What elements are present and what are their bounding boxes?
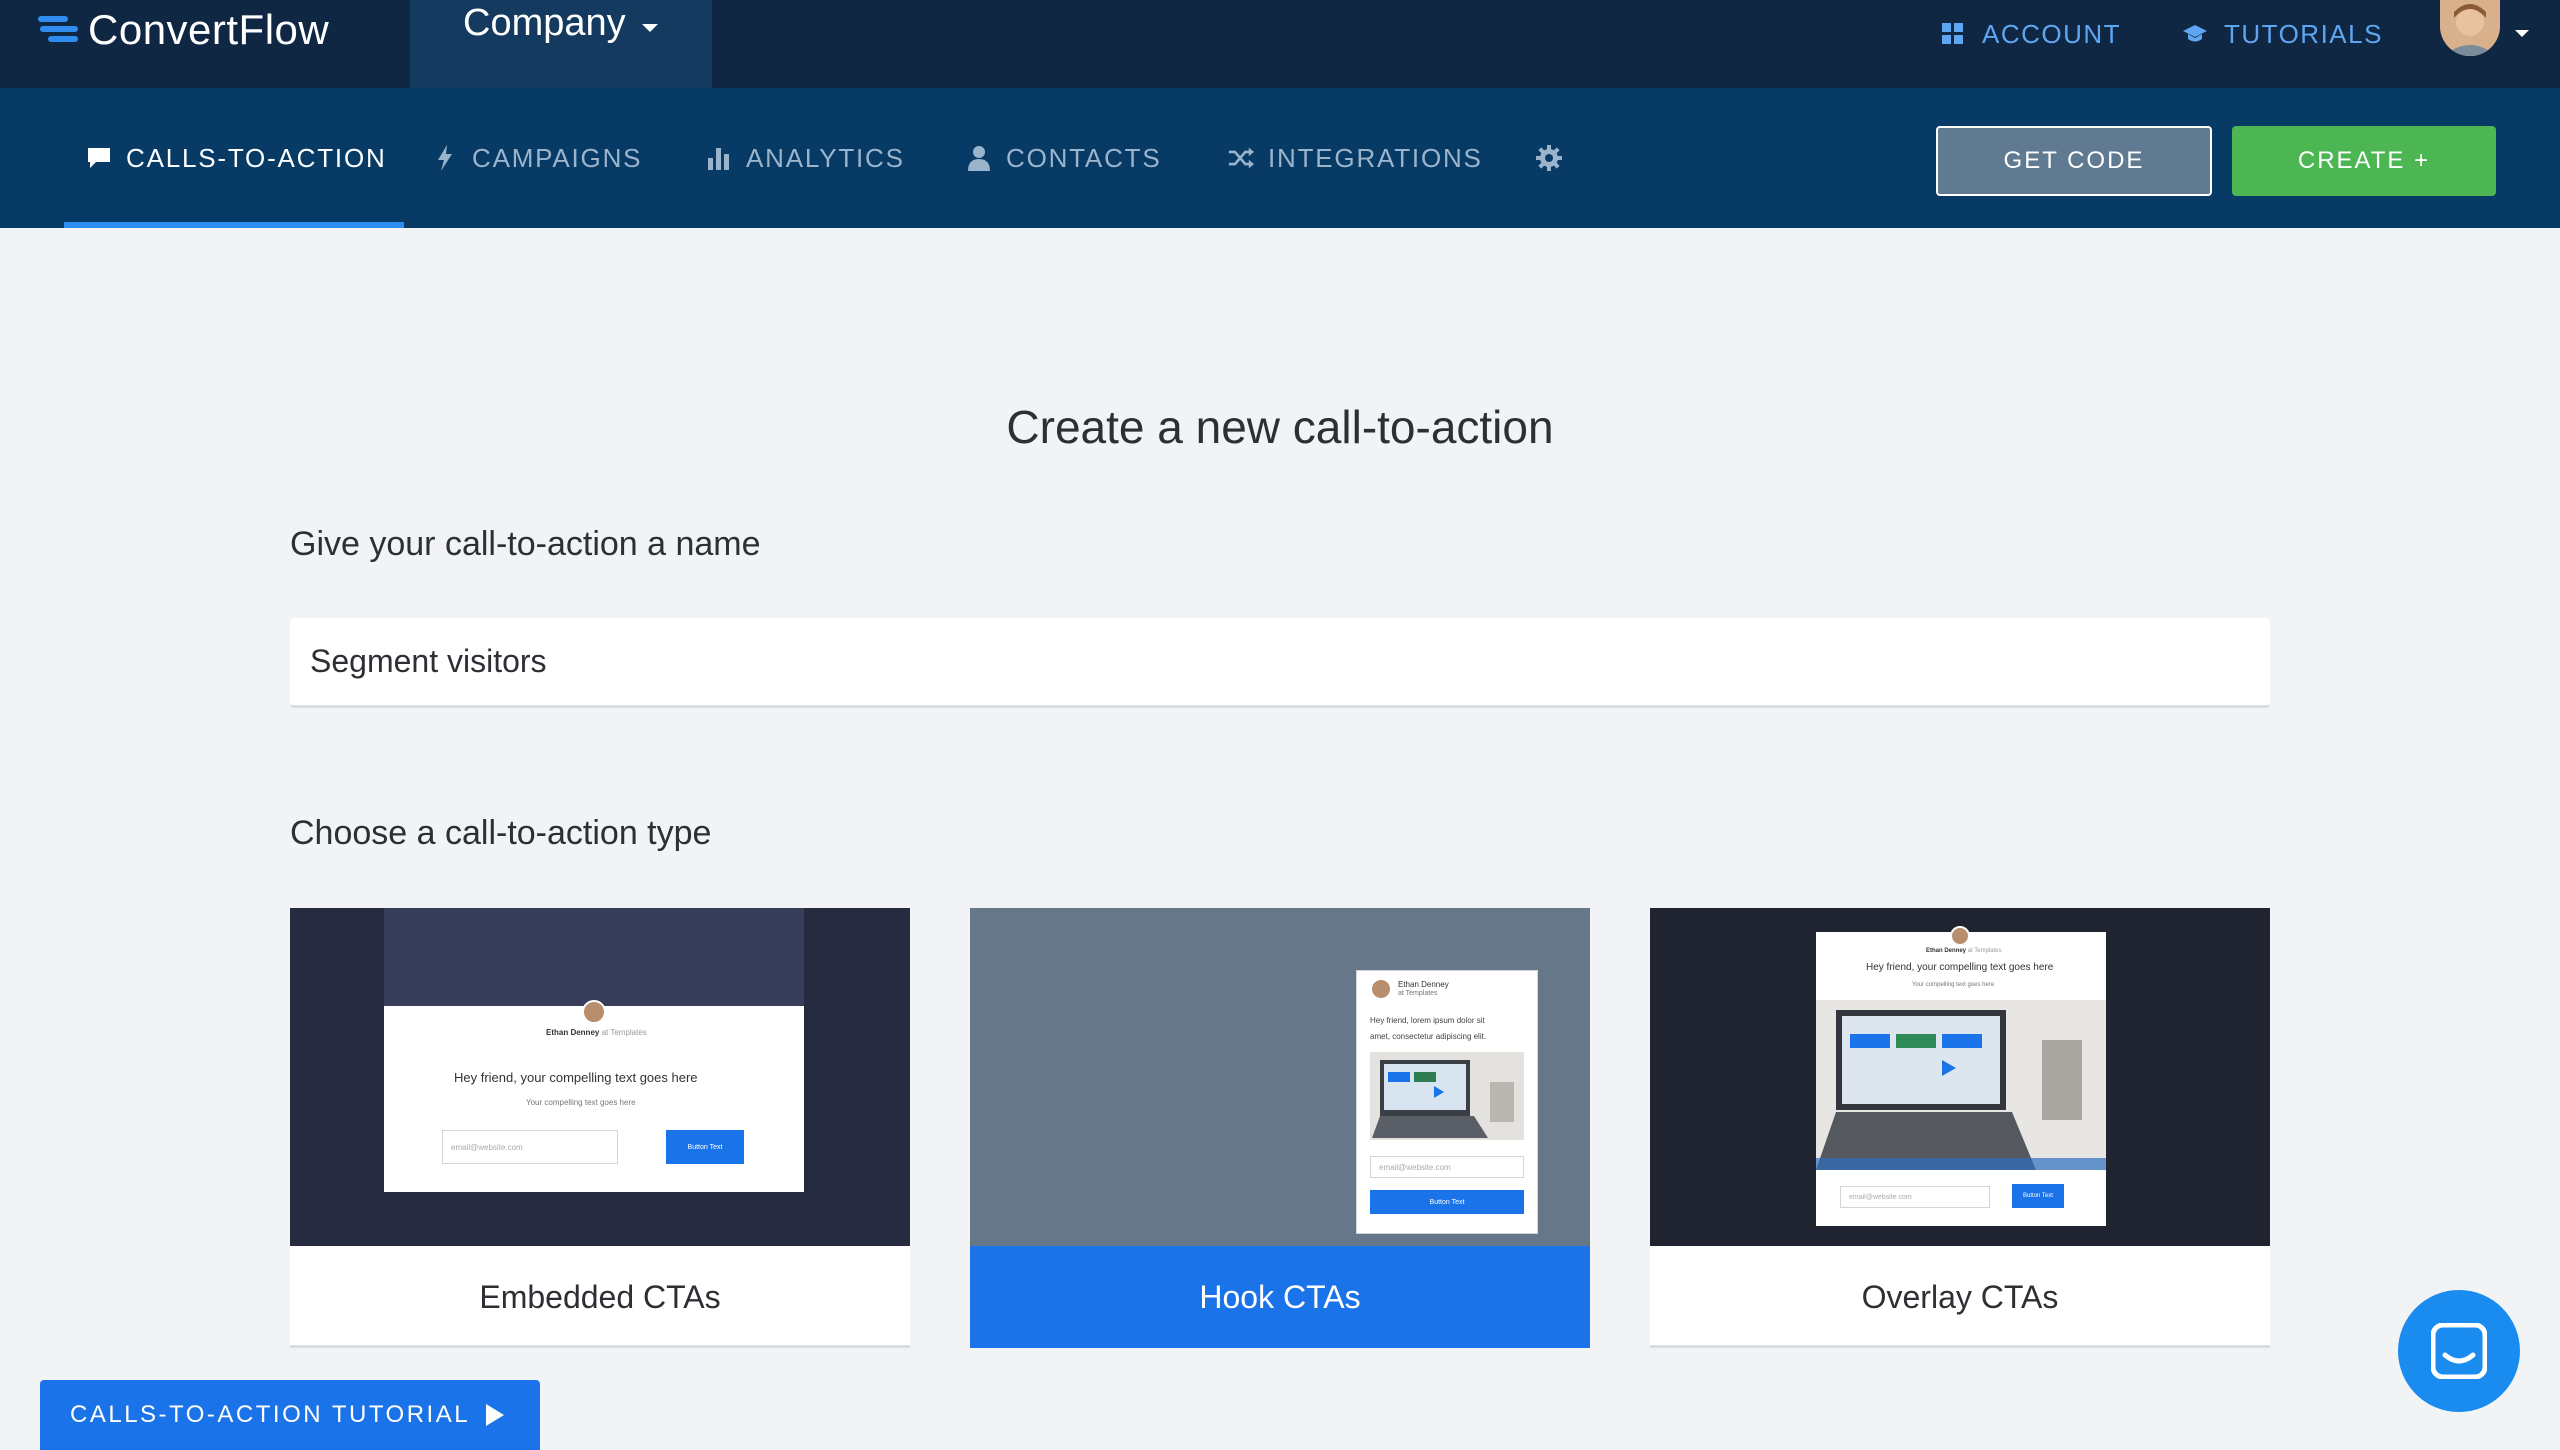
preview-avatar: [582, 1000, 606, 1024]
nav-label: CAMPAIGNS: [472, 142, 643, 173]
bar-chart-icon: [706, 145, 732, 171]
cta-name-input[interactable]: [290, 618, 2270, 708]
brand-name: ConvertFlow: [88, 6, 330, 53]
preview-author-name: Ethan Denney: [1398, 980, 1449, 989]
chat-bubble-icon: [86, 145, 112, 171]
workspace-selector[interactable]: Company: [410, 0, 712, 88]
user-avatar[interactable]: [2440, 0, 2500, 56]
cta-type-card-embedded[interactable]: Ethan Denney at Templates Hey friend, yo…: [290, 908, 910, 1348]
person-icon: [966, 145, 992, 171]
card-label: Hook CTAs: [970, 1246, 1590, 1348]
gear-icon: [1536, 145, 1562, 171]
preview-author: Ethan Denney at Templates: [546, 1028, 647, 1037]
avatar-caret-icon[interactable]: [2515, 30, 2529, 37]
preview-button: Button Text: [666, 1130, 744, 1164]
page-title: Create a new call-to-action: [1006, 401, 1554, 453]
shuffle-icon: [1228, 145, 1254, 171]
chat-icon: [2431, 1323, 2487, 1379]
laptop-photo-icon: [1816, 1000, 2106, 1170]
play-icon: [486, 1404, 504, 1426]
top-bar: ConvertFlow Company ACCOUNT TUTORIALS: [0, 0, 2560, 88]
preview-avatar: [1370, 978, 1392, 1000]
cta-type-card-overlay[interactable]: Ethan Denney at Templates Hey friend, yo…: [1650, 908, 2270, 1348]
preview-email-field: email@website.com: [442, 1130, 618, 1164]
overlay-cta-preview: Ethan Denney at Templates Hey friend, yo…: [1650, 908, 2270, 1246]
nav-label: CONTACTS: [1006, 142, 1162, 173]
convertflow-logo-icon: [34, 10, 80, 50]
nav-analytics[interactable]: ANALYTICS: [706, 140, 905, 176]
preview-author-suffix: at Templates: [1398, 990, 1438, 997]
create-button[interactable]: CREATE +: [2232, 126, 2496, 196]
preview-email-field: email@website.com: [1370, 1156, 1524, 1178]
preview-headline: Hey friend, your compelling text goes he…: [454, 1070, 698, 1085]
get-code-button[interactable]: GET CODE: [1936, 126, 2212, 196]
nav-contacts[interactable]: CONTACTS: [966, 140, 1161, 176]
brand-logo[interactable]: ConvertFlow: [34, 0, 329, 60]
preview-button: Button Text: [1370, 1190, 1524, 1214]
preview-headline: Hey friend, your compelling text goes he…: [1866, 962, 2054, 973]
card-label: Overlay CTAs: [1861, 1278, 2059, 1315]
cta-type-card-hook[interactable]: Ethan Denney at Templates Hey friend, lo…: [970, 908, 1590, 1348]
tutorial-button[interactable]: CALLS-TO-ACTION TUTORIAL: [40, 1380, 540, 1450]
preview-subtext: Your compelling text goes here: [1912, 982, 1995, 988]
nav-calls-to-action[interactable]: CALLS-TO-ACTION: [86, 140, 387, 176]
active-tab-indicator: [64, 222, 404, 228]
card-label: Embedded CTAs: [479, 1278, 721, 1315]
type-section-label: Choose a call-to-action type: [290, 814, 712, 852]
tutorials-link[interactable]: TUTORIALS: [2182, 16, 2383, 52]
name-field-label: Give your call-to-action a name: [290, 525, 761, 563]
preview-email-field: email@website.com: [1840, 1186, 1990, 1208]
account-label: ACCOUNT: [1982, 18, 2122, 49]
preview-avatar: [1950, 926, 1970, 946]
nav-campaigns[interactable]: CAMPAIGNS: [432, 140, 642, 176]
preview-subtext: Your compelling text goes here: [526, 1098, 636, 1107]
nav-label: CALLS-TO-ACTION: [126, 142, 387, 173]
nav-label: INTEGRATIONS: [1268, 142, 1483, 173]
preview-author: Ethan Denney at Templates: [1926, 948, 2002, 954]
workspace-name: Company: [463, 2, 626, 44]
grid-icon: [1940, 21, 1966, 47]
hook-cta-preview: Ethan Denney at Templates Hey friend, lo…: [970, 908, 1590, 1246]
caret-down-icon: [642, 24, 658, 32]
embedded-cta-preview: Ethan Denney at Templates Hey friend, yo…: [290, 908, 910, 1246]
main-nav: CALLS-TO-ACTION CAMPAIGNS ANALYTICS CONT…: [0, 88, 2560, 228]
tutorials-label: TUTORIALS: [2224, 18, 2383, 49]
nav-integrations[interactable]: INTEGRATIONS: [1228, 140, 1483, 176]
preview-hook-line-1: Hey friend, lorem ipsum dolor sit: [1370, 1016, 1485, 1025]
lightning-icon: [432, 145, 458, 171]
graduation-cap-icon: [2182, 21, 2208, 47]
laptop-photo-icon: [1370, 1052, 1524, 1140]
chat-launcher-button[interactable]: [2398, 1290, 2520, 1412]
account-link[interactable]: ACCOUNT: [1940, 16, 2121, 52]
preview-hook-line-2: amet, consectetur adipiscing elit.: [1370, 1032, 1487, 1041]
nav-settings[interactable]: [1536, 140, 1562, 176]
preview-button: Button Text: [2012, 1184, 2064, 1208]
nav-label: ANALYTICS: [746, 142, 905, 173]
tutorial-label: CALLS-TO-ACTION TUTORIAL: [70, 1401, 471, 1428]
